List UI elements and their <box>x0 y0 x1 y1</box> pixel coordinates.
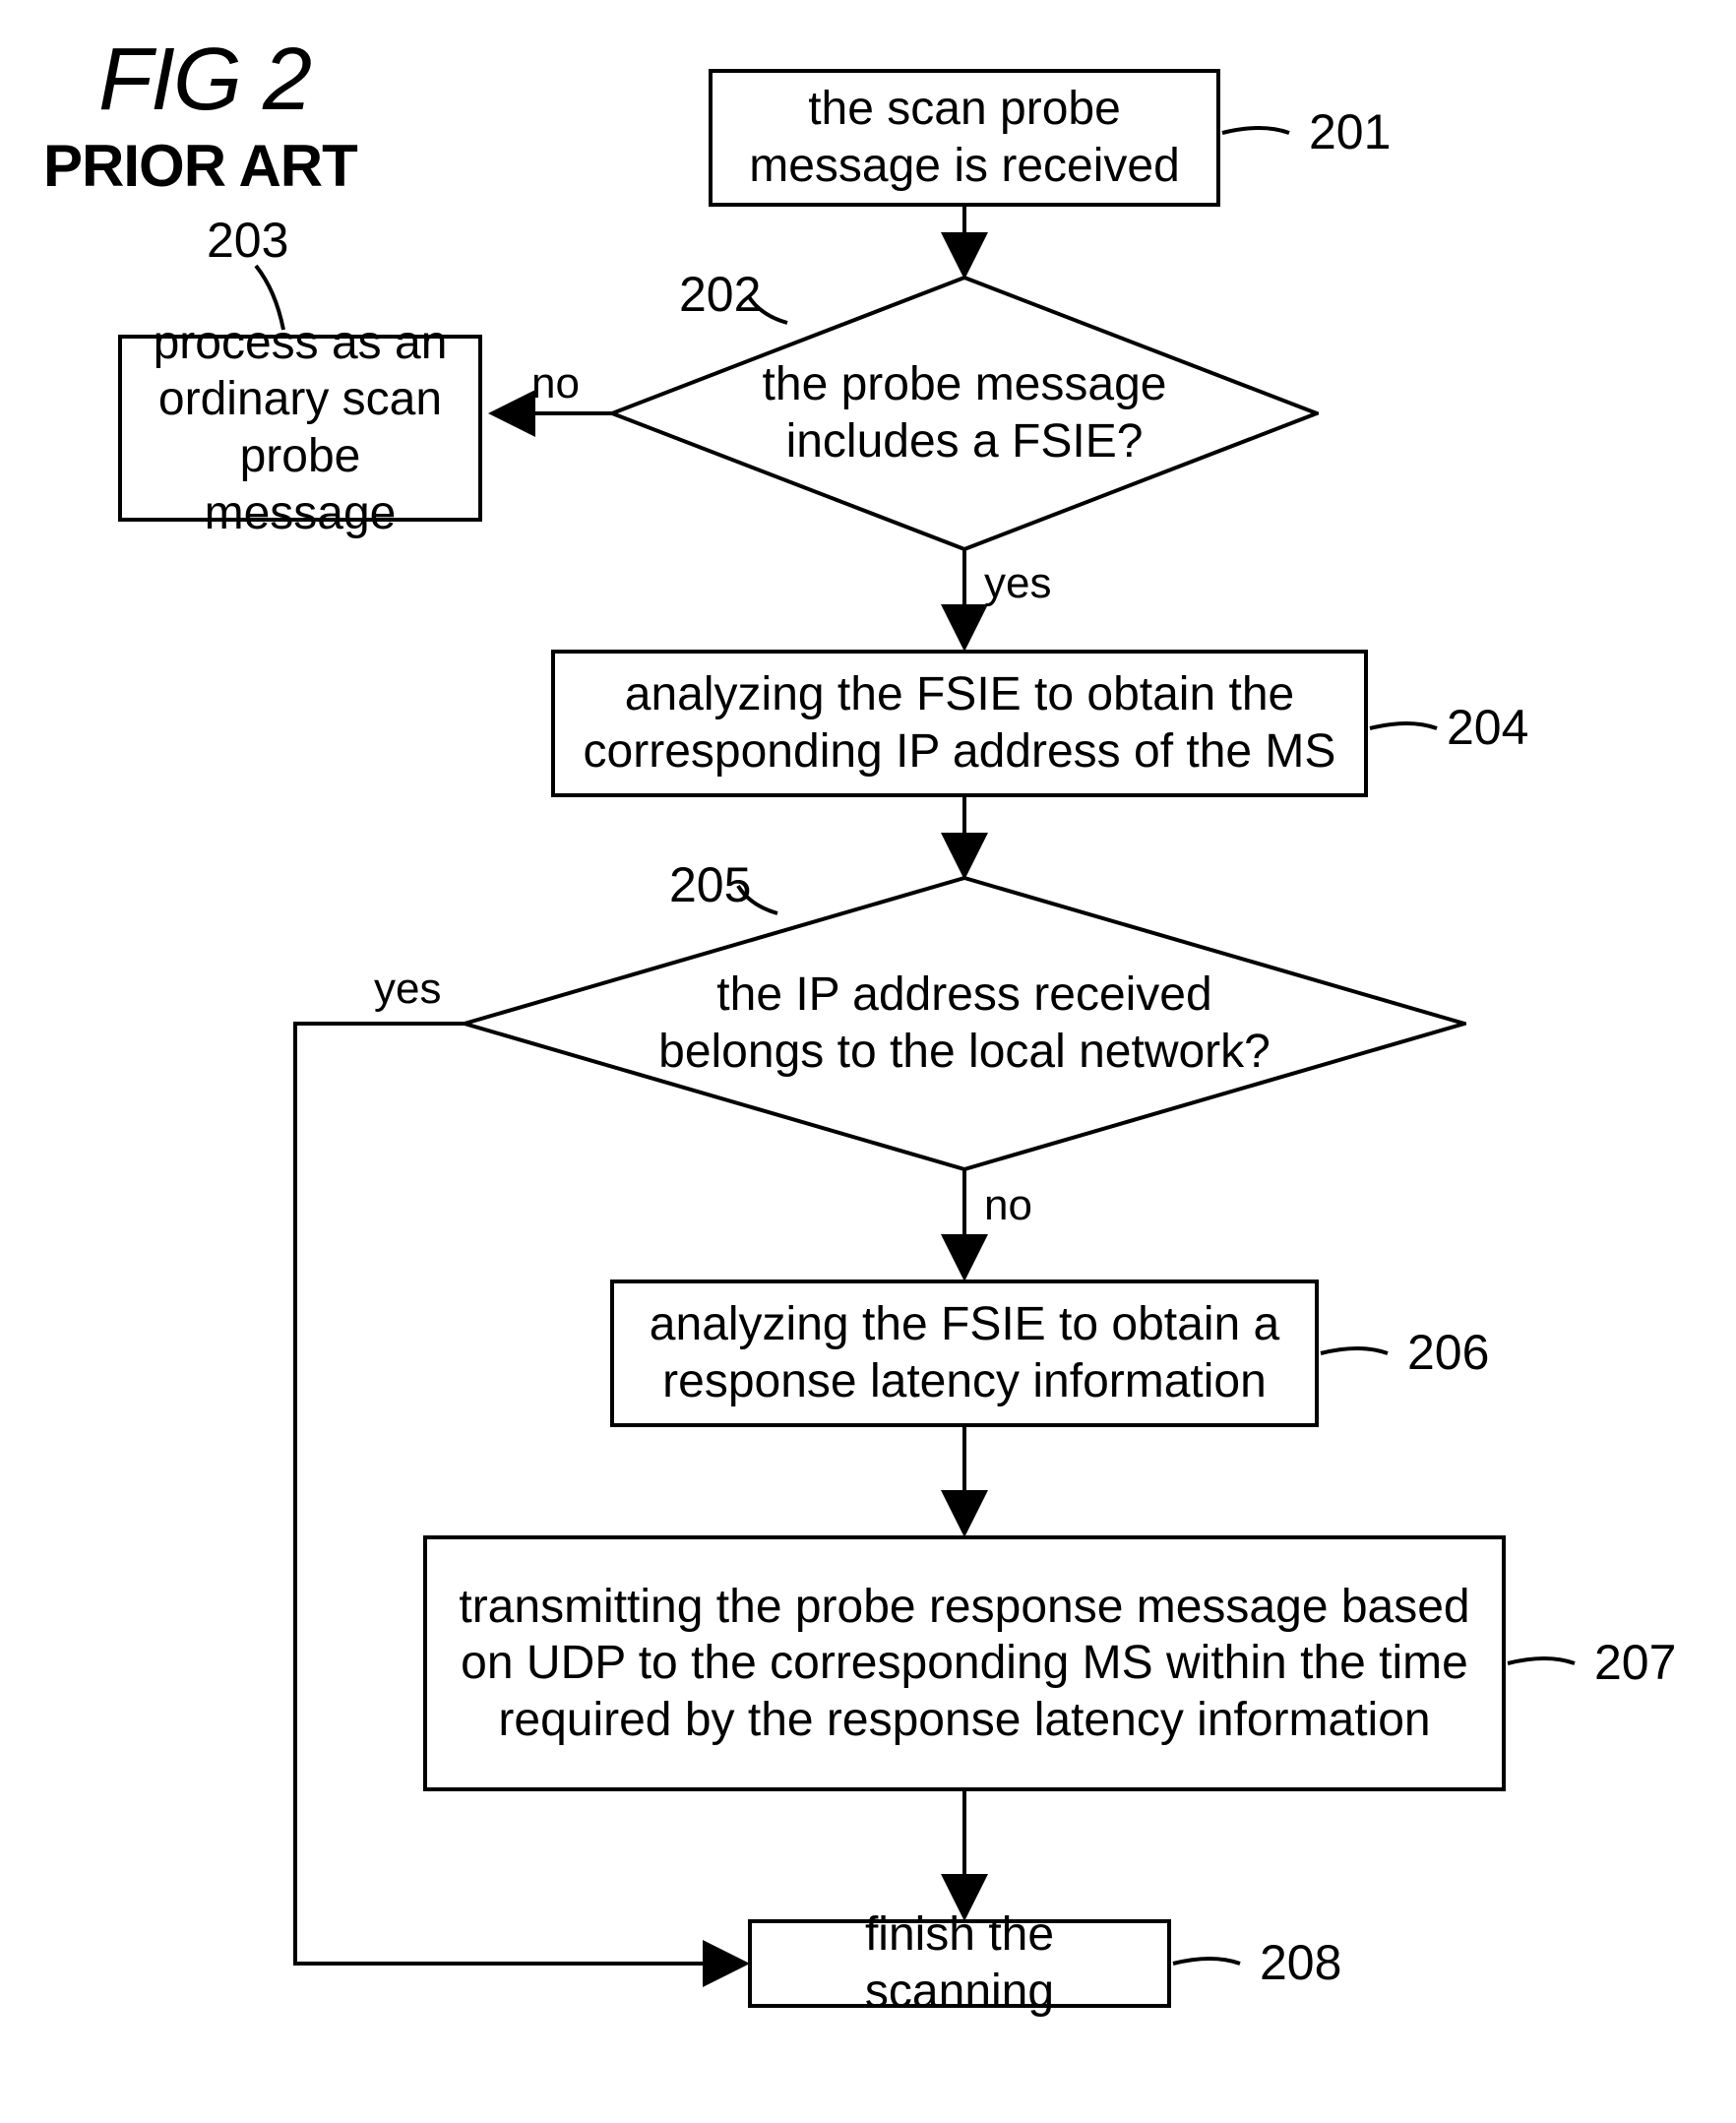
label-205-yes: yes <box>374 965 441 1014</box>
node-206-text: analyzing the FSIE to obtain a response … <box>634 1296 1295 1409</box>
node-207-text: transmitting the probe response message … <box>447 1579 1482 1749</box>
figure-subtitle: PRIOR ART <box>43 132 357 200</box>
node-206: analyzing the FSIE to obtain a response … <box>610 1280 1319 1427</box>
ref-202: 202 <box>679 266 761 323</box>
node-202-text: the probe message includes a FSIE? <box>728 335 1201 492</box>
figure-title: FIG 2 <box>98 30 310 131</box>
label-205-no: no <box>984 1181 1032 1230</box>
ref-204: 204 <box>1447 699 1528 756</box>
ref-205: 205 <box>669 856 751 913</box>
node-204: analyzing the FSIE to obtain the corresp… <box>551 650 1368 797</box>
ref-206: 206 <box>1407 1324 1489 1381</box>
label-202-no: no <box>531 359 580 408</box>
ref-201: 201 <box>1309 103 1391 160</box>
node-207: transmitting the probe response message … <box>423 1535 1506 1791</box>
node-201-text: the scan probe message is received <box>732 81 1197 194</box>
ref-208: 208 <box>1260 1934 1341 1991</box>
node-205-text: the IP address received belongs to the l… <box>630 945 1299 1102</box>
ref-207: 207 <box>1594 1634 1676 1691</box>
label-202-yes: yes <box>984 559 1051 608</box>
node-204-text: analyzing the FSIE to obtain the corresp… <box>575 666 1344 780</box>
node-205: the IP address received belongs to the l… <box>463 876 1466 1171</box>
node-203: process as an ordinary scan probe messag… <box>118 335 482 522</box>
node-203-text: process as an ordinary scan probe messag… <box>142 315 459 541</box>
node-208-text: finish the scanning <box>772 1906 1147 2020</box>
node-208: finish the scanning <box>748 1919 1171 2008</box>
node-201: the scan probe message is received <box>709 69 1220 207</box>
ref-203: 203 <box>207 212 288 269</box>
